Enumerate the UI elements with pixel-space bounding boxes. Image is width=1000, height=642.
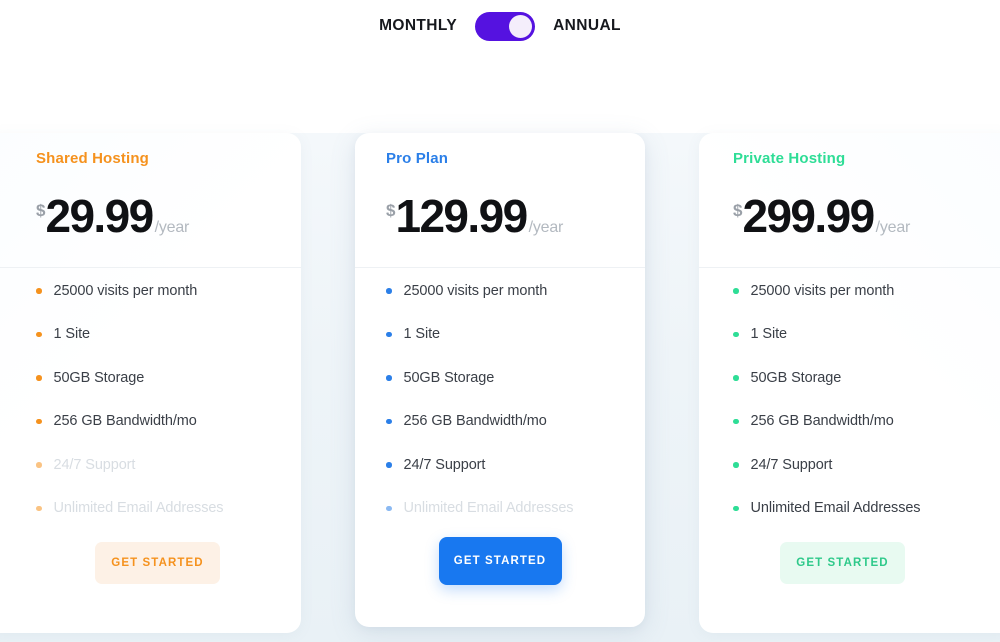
billing-toggle[interactable]: [475, 11, 536, 41]
list-item: 256 GB Bandwidth/mo: [733, 400, 992, 444]
feature-label: 50GB Storage: [53, 369, 145, 386]
feature-label: Unlimited Email Addresses: [750, 500, 921, 516]
get-started-button-pro-plan[interactable]: GET STARTED: [438, 537, 562, 585]
list-item: 256 GB Bandwidth/mo: [386, 400, 623, 444]
bullet-icon: [733, 462, 739, 468]
card-header: Pro Plan $ 129.99 /year: [355, 133, 645, 268]
card-divider: [699, 267, 1000, 268]
list-item: 1 Site: [36, 313, 279, 357]
bullet-icon: [386, 462, 392, 468]
list-item: 50GB Storage: [386, 356, 623, 400]
pricing-cards-area: Shared Hosting $ 29.99 /year 25000 visit…: [0, 133, 1000, 642]
get-started-button-shared-hosting[interactable]: GET STARTED: [95, 542, 220, 584]
card-header: Shared Hosting $ 29.99 /year: [0, 133, 301, 268]
plan-price: $ 129.99 /year: [386, 193, 623, 239]
feature-label: 25000 visits per month: [750, 282, 895, 299]
feature-label: 50GB Storage: [403, 369, 495, 386]
feature-list: 25000 visits per month 1 Site 50GB Stora…: [355, 239, 645, 530]
price-amount: 29.99: [45, 190, 154, 242]
feature-label: Unlimited Email Addresses: [403, 500, 574, 516]
list-item: 25000 visits per month: [733, 269, 992, 313]
feature-label: 256 GB Bandwidth/mo: [750, 413, 894, 429]
list-item: Unlimited Email Addresses: [733, 487, 992, 531]
bullet-icon: [733, 505, 739, 511]
bullet-icon: [733, 418, 739, 424]
feature-label: 25000 visits per month: [53, 282, 198, 299]
feature-list: 25000 visits per month 1 Site 50GB Stora…: [0, 239, 301, 530]
feature-list: 25000 visits per month 1 Site 50GB Stora…: [699, 239, 1000, 530]
feature-label: 50GB Storage: [750, 369, 842, 386]
feature-label: Unlimited Email Addresses: [53, 500, 224, 516]
bullet-icon: [386, 331, 392, 337]
plan-title: Pro Plan: [386, 150, 449, 167]
plan-price: $ 29.99 /year: [36, 193, 279, 239]
list-item: 24/7 Support: [733, 443, 992, 487]
plan-title: Shared Hosting: [36, 150, 149, 167]
bullet-icon: [386, 418, 392, 424]
feature-label: 24/7 Support: [53, 456, 136, 473]
list-item-disabled: Unlimited Email Addresses: [386, 487, 623, 531]
list-item: 1 Site: [386, 313, 623, 357]
bullet-icon: [36, 505, 42, 511]
list-item: 25000 visits per month: [36, 269, 279, 313]
bullet-icon: [733, 288, 739, 294]
pricing-card-pro-plan[interactable]: Pro Plan $ 129.99 /year 25000 visits per…: [355, 133, 645, 627]
cta-container: GET STARTED: [355, 537, 645, 585]
list-item-disabled: Unlimited Email Addresses: [36, 487, 279, 531]
bullet-icon: [386, 288, 392, 294]
list-item: 256 GB Bandwidth/mo: [36, 400, 279, 444]
bullet-icon: [36, 331, 42, 337]
feature-label: 256 GB Bandwidth/mo: [403, 413, 547, 429]
get-started-button-private-hosting[interactable]: GET STARTED: [780, 542, 905, 584]
feature-label: 1 Site: [53, 326, 91, 342]
billing-annual-label[interactable]: ANNUAL: [553, 18, 621, 34]
bullet-icon: [36, 375, 42, 381]
list-item: 24/7 Support: [386, 443, 623, 487]
card-divider: [355, 267, 645, 268]
list-item: 50GB Storage: [36, 356, 279, 400]
feature-label: 25000 visits per month: [403, 282, 548, 299]
price-period: /year: [528, 219, 564, 236]
bullet-icon: [386, 505, 392, 511]
price-period: /year: [154, 219, 190, 236]
bullet-icon: [733, 375, 739, 381]
bullet-icon: [386, 375, 392, 381]
feature-label: 256 GB Bandwidth/mo: [53, 413, 197, 429]
bullet-icon: [36, 288, 42, 294]
feature-label: 24/7 Support: [403, 456, 486, 473]
price-amount: 129.99: [395, 190, 528, 242]
billing-monthly-label[interactable]: MONTHLY: [379, 18, 457, 34]
price-period: /year: [875, 219, 911, 236]
list-item-disabled: 24/7 Support: [36, 443, 279, 487]
currency-symbol: $: [733, 201, 743, 220]
price-amount: 299.99: [742, 190, 875, 242]
pricing-card-private-hosting[interactable]: Private Hosting $ 299.99 /year 25000 vis…: [699, 133, 1000, 633]
cta-container: GET STARTED: [0, 542, 301, 584]
plan-title: Private Hosting: [733, 150, 846, 167]
bullet-icon: [36, 418, 42, 424]
billing-period-switcher: MONTHLY ANNUAL: [0, 0, 1000, 52]
bullet-icon: [733, 331, 739, 337]
currency-symbol: $: [36, 201, 46, 220]
bullet-icon: [36, 462, 42, 468]
toggle-knob-icon: [508, 14, 532, 38]
feature-label: 1 Site: [750, 326, 788, 342]
card-header: Private Hosting $ 299.99 /year: [699, 133, 1000, 268]
cta-container: GET STARTED: [699, 542, 1000, 584]
currency-symbol: $: [386, 201, 396, 220]
feature-label: 24/7 Support: [750, 456, 833, 473]
pricing-card-shared-hosting[interactable]: Shared Hosting $ 29.99 /year 25000 visit…: [0, 133, 301, 633]
list-item: 1 Site: [733, 313, 992, 357]
card-divider: [0, 267, 301, 268]
feature-label: 1 Site: [403, 326, 441, 342]
list-item: 25000 visits per month: [386, 269, 623, 313]
plan-price: $ 299.99 /year: [733, 193, 992, 239]
list-item: 50GB Storage: [733, 356, 992, 400]
